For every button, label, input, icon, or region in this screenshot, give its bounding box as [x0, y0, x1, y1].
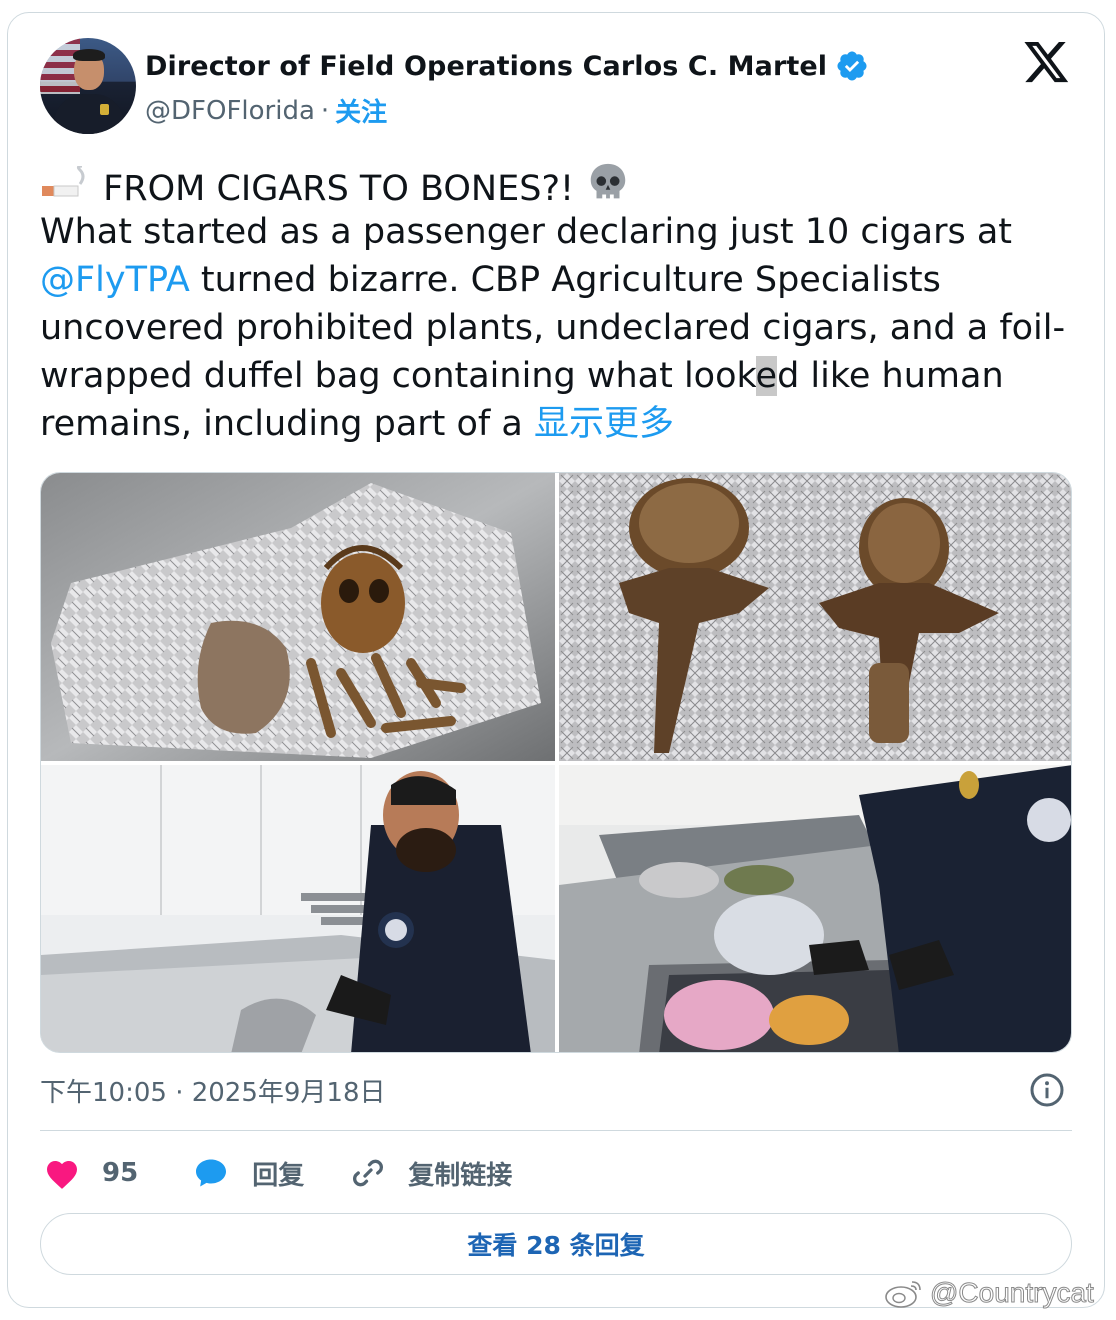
tweet-text-line: What started as a passenger declaring ju… [40, 208, 1080, 256]
tweet-text-segment: wrapped duffel bag containing what look [40, 356, 756, 396]
avatar-badge [100, 104, 109, 115]
tweet-text-segment: FROM CIGARS TO BONES?! [92, 169, 586, 209]
watermark: @Countrycat [884, 1273, 1094, 1313]
like-button[interactable]: 95 [44, 1156, 138, 1190]
photo-officer-inspecting-items[interactable] [41, 765, 555, 1052]
mention-link[interactable]: @FlyTPA [40, 260, 190, 300]
copy-link-label: 复制链接 [408, 1160, 513, 1191]
avatar-body [54, 94, 124, 134]
show-more-link[interactable]: 显示更多 [534, 404, 674, 444]
info-icon[interactable] [1029, 1072, 1065, 1108]
author-handle[interactable]: @DFOFlorida [145, 96, 315, 126]
watermark-text: @Countrycat [930, 1277, 1095, 1309]
reply-button[interactable]: 回复 [192, 1155, 304, 1192]
tweet-text-line: wrapped duffel bag containing what looke… [40, 352, 1080, 400]
media-grid [40, 472, 1072, 1053]
like-count: 95 [102, 1158, 139, 1188]
author-name-row[interactable]: Director of Field Operations Carlos C. M… [145, 46, 869, 86]
view-replies-button[interactable]: 查看 28 条回复 [40, 1213, 1072, 1275]
tweet-timestamp[interactable]: 下午10:05 · 2025年9月18日 [40, 1072, 386, 1109]
link-icon [353, 1159, 384, 1187]
skull-icon [585, 163, 631, 209]
tweet-text-segment: remains, including part of a [40, 404, 534, 444]
action-bar: 95 回复 复制链接 [44, 1150, 512, 1196]
tweet-text-segment: d like human [777, 356, 1004, 396]
reply-label: 回复 [252, 1160, 305, 1191]
divider [40, 1130, 1072, 1131]
avatar[interactable] [40, 38, 136, 134]
tweet-text-segment: uncovered prohibited plants, undeclared … [40, 308, 1066, 348]
tweet-text-line: @FlyTPA turned bizarre. CBP Agriculture … [40, 256, 1080, 304]
tweet-text-segment: What started as a passenger declaring ju… [40, 212, 1012, 252]
text-cursor-highlight: e [755, 356, 778, 396]
reply-bubble-icon [196, 1159, 227, 1187]
avatar-hair [73, 49, 105, 61]
photo-vertebrae-on-foil[interactable] [559, 473, 1071, 761]
tweet-text-line: uncovered prohibited plants, undeclared … [40, 304, 1080, 352]
x-logo-icon[interactable] [1024, 42, 1070, 84]
tweet-text-line: remains, including part of a 显示更多 [40, 400, 1080, 448]
tweet-text-segment: turned bizarre. CBP Agriculture Speciali… [189, 260, 941, 300]
tweet-text: FROM CIGARS TO BONES?! What started as a… [40, 160, 1080, 448]
weibo-logo-icon [885, 1281, 921, 1308]
verified-badge-icon [837, 51, 867, 81]
cigarette-icon [40, 166, 92, 209]
photo-skull-and-bones-on-foil[interactable] [41, 473, 555, 761]
author-handle-row: @DFOFlorida · 关注 [145, 92, 387, 129]
handle-separator: · [320, 95, 330, 126]
copy-link-button[interactable]: 复制链接 [350, 1155, 512, 1192]
tweet-text-line: FROM CIGARS TO BONES?! [40, 160, 1080, 209]
follow-button[interactable]: 关注 [335, 92, 387, 129]
photo-officer-searching-suitcase[interactable] [559, 765, 1071, 1052]
author-display-name[interactable]: Director of Field Operations Carlos C. M… [145, 51, 827, 82]
heart-icon [47, 1161, 77, 1189]
